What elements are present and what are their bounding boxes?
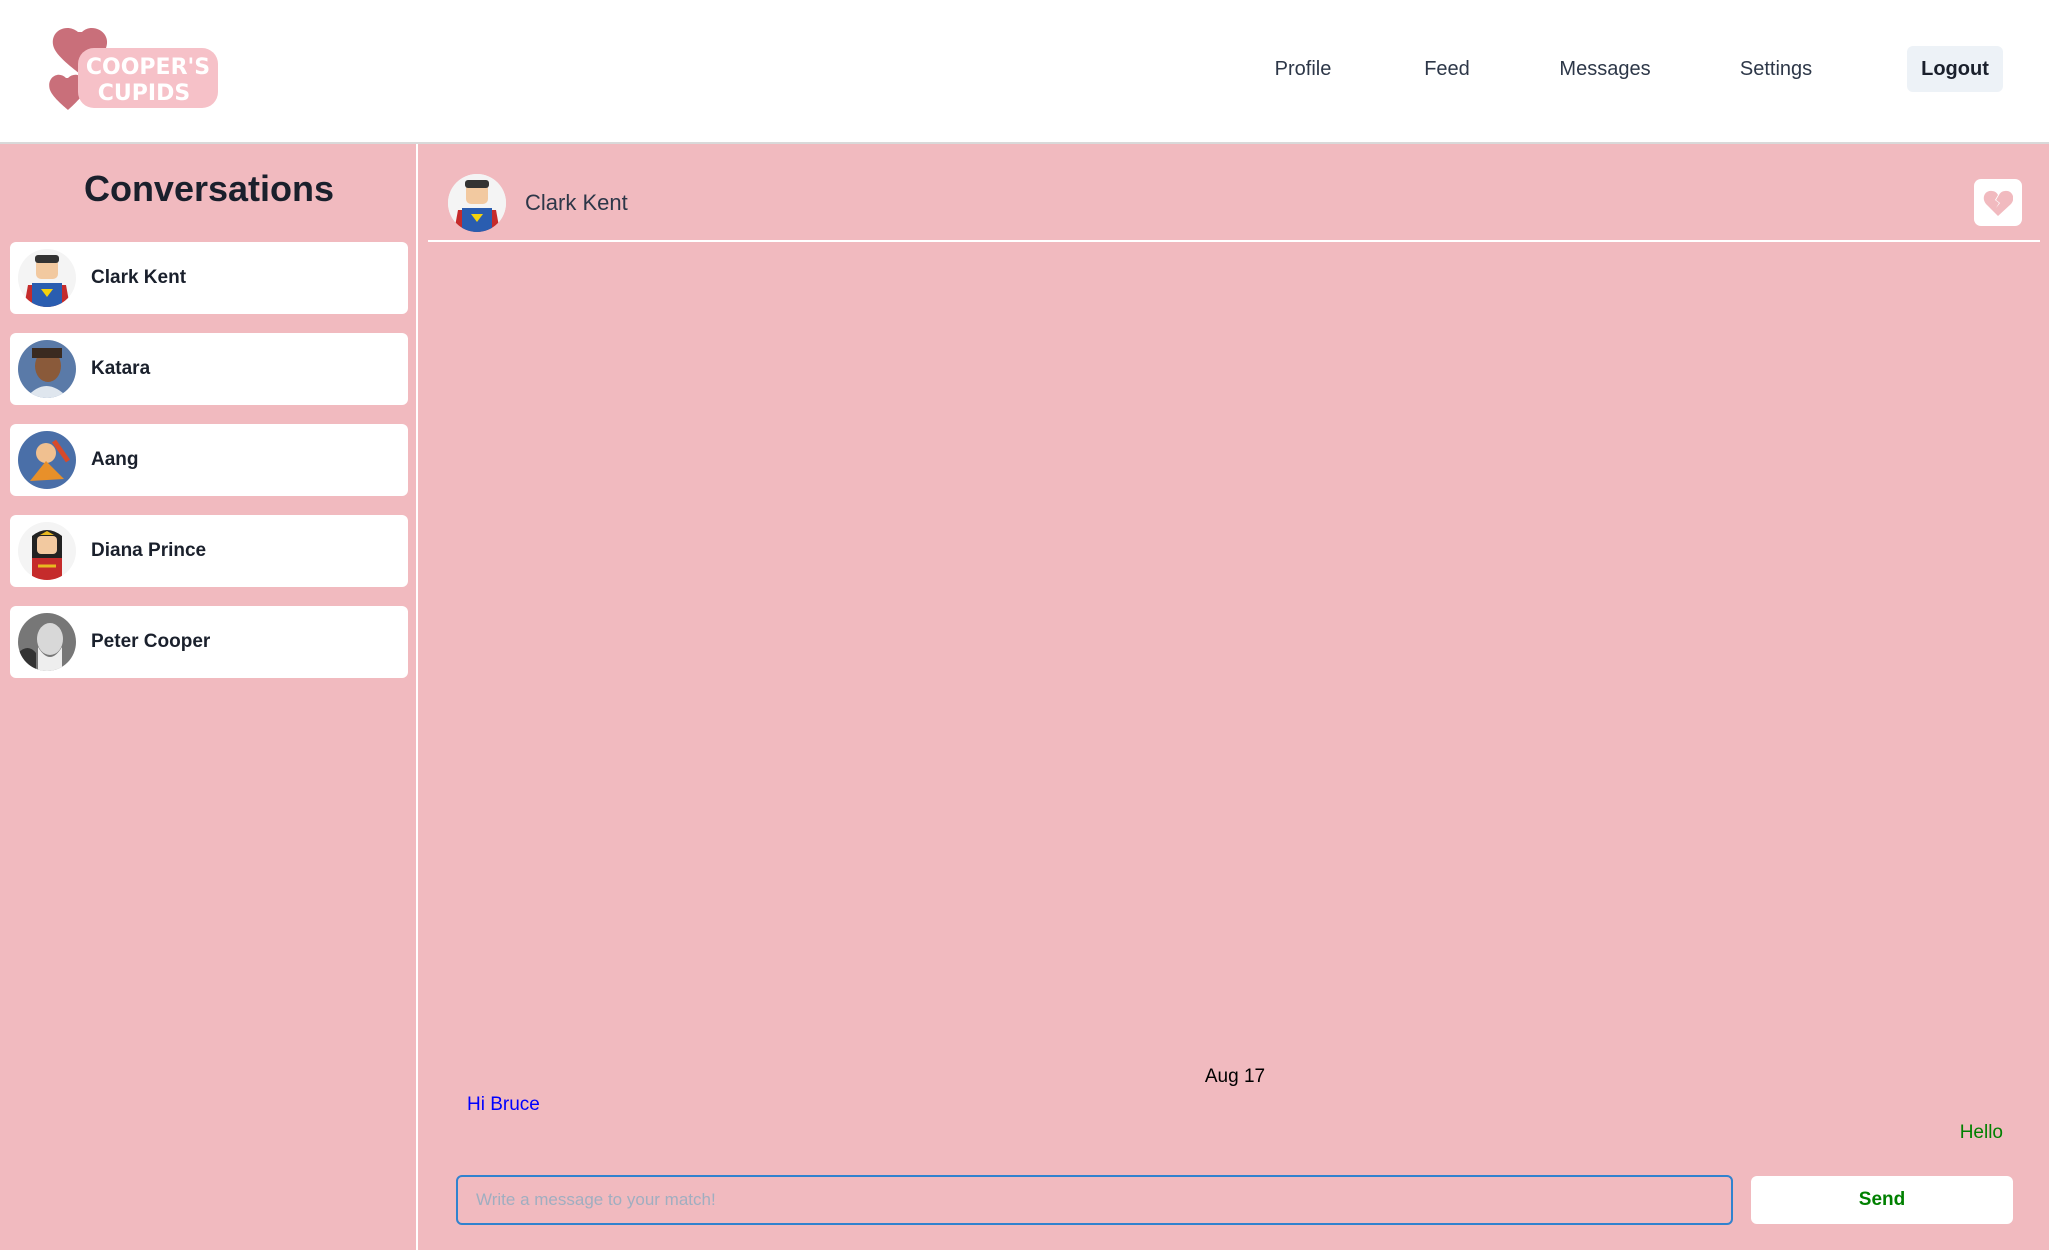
avatar	[18, 613, 76, 671]
conversation-item-clark-kent[interactable]: Clark Kent	[10, 242, 408, 314]
conversation-name: Clark Kent	[91, 267, 187, 288]
conversations-title: Conversations	[83, 168, 335, 209]
conversation-item-katara[interactable]: Katara	[10, 333, 408, 405]
avatar	[18, 340, 76, 398]
svg-text:COOPER'S: COOPER'S	[86, 55, 210, 80]
message-outgoing: Hello	[1959, 1122, 2003, 1143]
chat-name: Clark Kent	[525, 190, 628, 215]
unmatch-button[interactable]	[1974, 179, 2022, 226]
message-input[interactable]	[456, 1175, 1733, 1225]
chat-avatar	[448, 174, 506, 232]
conversation-item-peter-cooper[interactable]: Peter Cooper	[10, 606, 408, 678]
broken-heart-icon	[1983, 190, 2013, 216]
conversation-item-aang[interactable]: Aang	[10, 424, 408, 496]
message-incoming: Hi Bruce	[467, 1094, 540, 1115]
avatar	[18, 431, 76, 489]
nav-feed[interactable]: Feed	[1424, 46, 1470, 92]
conversation-name: Aang	[91, 449, 139, 470]
conversation-name: Diana Prince	[91, 540, 207, 561]
logo[interactable]: COOPER'S CUPIDS	[48, 22, 223, 114]
chat-header-divider	[428, 240, 2040, 242]
conversation-name: Katara	[91, 358, 151, 379]
nav-settings[interactable]: Settings	[1740, 46, 1812, 92]
conversation-item-diana-prince[interactable]: Diana Prince	[10, 515, 408, 587]
header: COOPER'S CUPIDS Profile Feed Messages Se…	[0, 0, 2049, 144]
send-button[interactable]: Send	[1751, 1176, 2013, 1224]
avatar	[18, 249, 76, 307]
nav-profile[interactable]: Profile	[1275, 46, 1332, 92]
svg-text:CUPIDS: CUPIDS	[98, 81, 190, 106]
message-date: Aug 17	[1204, 1066, 1266, 1087]
nav-messages[interactable]: Messages	[1559, 46, 1650, 92]
logout-button[interactable]: Logout	[1907, 46, 2003, 92]
avatar	[18, 522, 76, 580]
conversation-name: Peter Cooper	[91, 631, 211, 652]
